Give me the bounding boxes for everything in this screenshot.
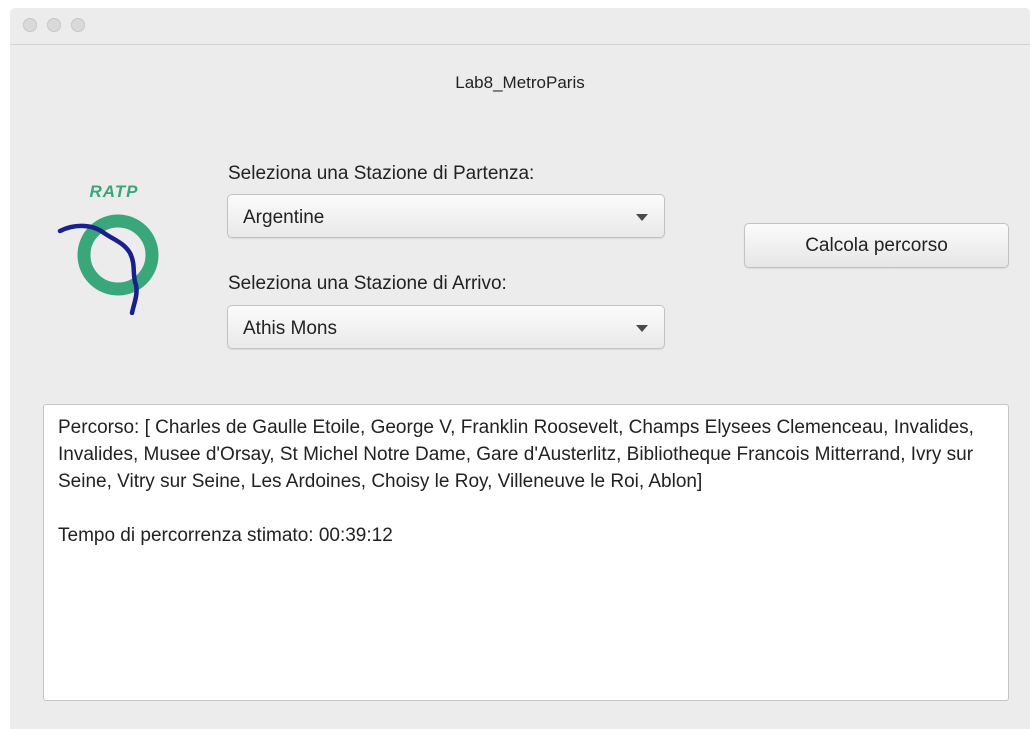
minimize-icon[interactable] — [47, 18, 61, 32]
main-content: Lab8_MetroParis RATP Seleziona una Stazi… — [10, 45, 1030, 729]
zoom-icon[interactable] — [71, 18, 85, 32]
arrival-select[interactable]: Athis Mons — [227, 305, 665, 349]
ratp-logo: RATP — [57, 182, 159, 315]
departure-select[interactable]: Argentine — [227, 194, 665, 238]
title-bar — [10, 8, 1030, 45]
logo-ring — [77, 214, 159, 296]
arrival-label: Seleziona una Stazione di Arrivo: — [228, 273, 507, 294]
logo-text: RATP — [89, 182, 138, 201]
calculate-route-button[interactable]: Calcola percorso — [744, 223, 1009, 268]
route-text: Percorso: [ Charles de Gaulle Etoile, Ge… — [58, 417, 974, 492]
chevron-down-icon — [636, 214, 648, 221]
travel-time-text: Tempo di percorrenza stimato: 00:39:12 — [58, 525, 393, 546]
chevron-down-icon — [636, 325, 648, 332]
app-window: Lab8_MetroParis RATP Seleziona una Stazi… — [10, 8, 1030, 729]
logo-river — [57, 223, 139, 315]
close-icon[interactable] — [23, 18, 37, 32]
result-textarea[interactable]: Percorso: [ Charles de Gaulle Etoile, Ge… — [43, 404, 1009, 701]
arrival-value: Athis Mons — [243, 318, 337, 339]
departure-label: Seleziona una Stazione di Partenza: — [228, 163, 535, 184]
page-title: Lab8_MetroParis — [455, 73, 585, 92]
departure-value: Argentine — [243, 207, 325, 228]
